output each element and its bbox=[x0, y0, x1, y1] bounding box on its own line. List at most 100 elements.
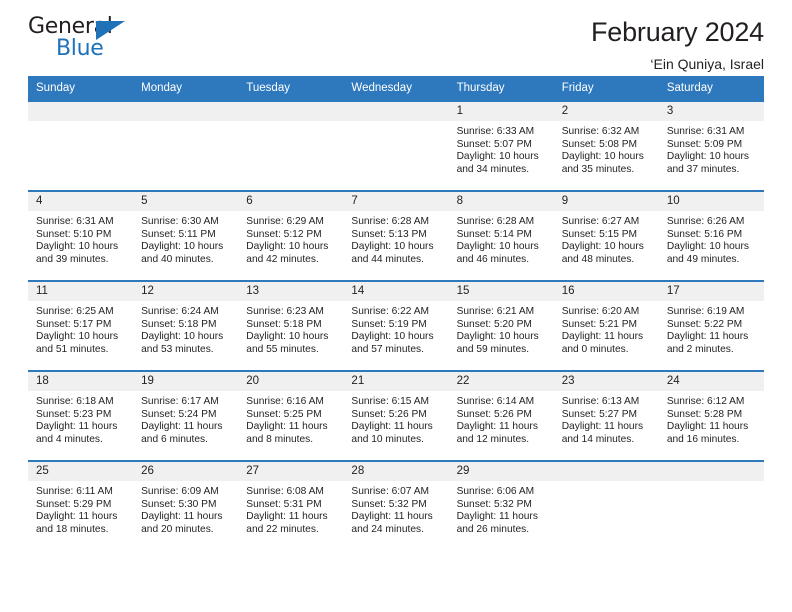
daylight-text: Daylight: 11 hours and 10 minutes. bbox=[351, 421, 433, 445]
daylight-text: Daylight: 10 hours and 42 minutes. bbox=[246, 241, 329, 265]
day-sun-info: Sunrise: 6:28 AM Sunset: 5:14 PM Daylight:… bbox=[449, 211, 554, 266]
calendar-day-cell[interactable]: 24 Sunrise: 6:12 AM Sunset: 5:28 PM Dayligh… bbox=[658, 370, 764, 461]
calendar-empty-cell bbox=[28, 100, 134, 191]
day-number: 12 bbox=[133, 282, 239, 301]
calendar-day-cell[interactable]: 27 Sunrise: 6:08 AM Sunset: 5:31 PM Dayligh… bbox=[238, 460, 344, 551]
calendar-day-cell[interactable]: 7 Sunrise: 6:28 AM Sunset: 5:13 PM Daylight… bbox=[343, 190, 449, 281]
daylight-text: Daylight: 10 hours and 48 minutes. bbox=[561, 241, 644, 265]
daylight-text: Daylight: 11 hours and 0 minutes. bbox=[561, 331, 644, 355]
calendar-day-cell[interactable]: 14 Sunrise: 6:22 AM Sunset: 5:19 PM Dayligh… bbox=[343, 280, 449, 371]
day-number: 26 bbox=[133, 462, 239, 481]
day-number: 10 bbox=[658, 192, 764, 211]
day-number: 13 bbox=[238, 282, 344, 301]
daylight-text: Daylight: 10 hours and 40 minutes. bbox=[141, 241, 224, 265]
sunset-text: Sunset: 5:26 PM bbox=[456, 408, 532, 420]
day-sun-info: Sunrise: 6:18 AM Sunset: 5:23 PM Daylight:… bbox=[28, 391, 133, 446]
sunrise-text: Sunrise: 6:24 AM bbox=[141, 306, 219, 317]
sunrise-text: Sunrise: 6:12 AM bbox=[666, 396, 745, 407]
sunrise-text: Sunrise: 6:31 AM bbox=[36, 216, 114, 227]
sunrise-text: Sunrise: 6:29 AM bbox=[246, 216, 324, 227]
day-sun-info: Sunrise: 6:25 AM Sunset: 5:17 PM Daylight:… bbox=[28, 301, 133, 356]
sunset-text: Sunset: 5:23 PM bbox=[36, 408, 112, 420]
weekday-header-friday: Friday bbox=[553, 76, 659, 101]
daylight-text: Daylight: 11 hours and 26 minutes. bbox=[456, 511, 538, 535]
day-sun-info: Sunrise: 6:06 AM Sunset: 5:32 PM Daylight:… bbox=[449, 481, 554, 536]
calendar-day-cell[interactable]: 28 Sunrise: 6:07 AM Sunset: 5:32 PM Dayligh… bbox=[343, 460, 449, 551]
day-sun-info: Sunrise: 6:27 AM Sunset: 5:15 PM Daylight:… bbox=[554, 211, 659, 266]
calendar-day-cell[interactable]: 20 Sunrise: 6:16 AM Sunset: 5:25 PM Dayligh… bbox=[238, 370, 344, 461]
sunrise-text: Sunrise: 6:14 AM bbox=[456, 396, 535, 407]
day-number: 14 bbox=[343, 282, 449, 301]
calendar-day-cell[interactable]: 16 Sunrise: 6:20 AM Sunset: 5:21 PM Dayligh… bbox=[553, 280, 659, 371]
calendar-day-cell[interactable]: 11 Sunrise: 6:25 AM Sunset: 5:17 PM Dayligh… bbox=[28, 280, 134, 371]
calendar-day-cell[interactable]: 18 Sunrise: 6:18 AM Sunset: 5:23 PM Dayligh… bbox=[28, 370, 134, 461]
sunset-text: Sunset: 5:10 PM bbox=[36, 228, 112, 240]
day-sun-info: Sunrise: 6:20 AM Sunset: 5:21 PM Daylight:… bbox=[554, 301, 659, 356]
day-sun-info: Sunrise: 6:33 AM Sunset: 5:07 PM Daylight:… bbox=[449, 121, 554, 176]
sunrise-text: Sunrise: 6:30 AM bbox=[141, 216, 219, 227]
weekday-header-thursday: Thursday bbox=[448, 76, 554, 101]
brand-logo[interactable]: General Blue bbox=[28, 16, 138, 68]
sunset-text: Sunset: 5:26 PM bbox=[351, 408, 427, 420]
day-number: 3 bbox=[658, 102, 764, 121]
calendar-day-cell[interactable]: 1 Sunrise: 6:33 AM Sunset: 5:07 PM Daylight… bbox=[448, 100, 554, 191]
day-sun-info: Sunrise: 6:19 AM Sunset: 5:22 PM Daylight:… bbox=[659, 301, 764, 356]
sunset-text: Sunset: 5:32 PM bbox=[351, 498, 427, 510]
day-number: 25 bbox=[28, 462, 134, 481]
day-number: 23 bbox=[553, 372, 659, 391]
daylight-text: Daylight: 10 hours and 59 minutes. bbox=[456, 331, 539, 355]
day-sun-info: Sunrise: 6:21 AM Sunset: 5:20 PM Daylight:… bbox=[449, 301, 554, 356]
day-number: 17 bbox=[658, 282, 764, 301]
calendar-header-row: Sunday Monday Tuesday Wednesday Thursday Frid… bbox=[28, 76, 764, 101]
sunrise-text: Sunrise: 6:22 AM bbox=[351, 306, 430, 317]
calendar-day-cell[interactable]: 8 Sunrise: 6:28 AM Sunset: 5:14 PM Daylight… bbox=[448, 190, 554, 281]
sunset-text: Sunset: 5:14 PM bbox=[456, 228, 532, 240]
sunset-text: Sunset: 5:24 PM bbox=[141, 408, 217, 420]
day-sun-info: Sunrise: 6:08 AM Sunset: 5:31 PM Daylight:… bbox=[238, 481, 343, 536]
day-number: 16 bbox=[553, 282, 659, 301]
daylight-text: Daylight: 10 hours and 46 minutes. bbox=[456, 241, 539, 265]
sunrise-text: Sunrise: 6:26 AM bbox=[666, 216, 745, 227]
calendar-day-cell[interactable]: 22 Sunrise: 6:14 AM Sunset: 5:26 PM Dayligh… bbox=[448, 370, 554, 461]
calendar-day-cell[interactable]: 23 Sunrise: 6:13 AM Sunset: 5:27 PM Dayligh… bbox=[553, 370, 659, 461]
day-number bbox=[343, 102, 449, 121]
day-number bbox=[133, 102, 239, 121]
calendar-day-cell[interactable]: 17 Sunrise: 6:19 AM Sunset: 5:22 PM Dayligh… bbox=[658, 280, 764, 371]
sunset-text: Sunset: 5:15 PM bbox=[561, 228, 638, 240]
sunset-text: Sunset: 5:27 PM bbox=[561, 408, 638, 420]
calendar-day-cell[interactable]: 26 Sunrise: 6:09 AM Sunset: 5:30 PM Dayligh… bbox=[133, 460, 239, 551]
calendar-week-row: 18 Sunrise: 6:18 AM Sunset: 5:23 PM Dayligh… bbox=[28, 370, 764, 461]
calendar-day-cell[interactable]: 13 Sunrise: 6:23 AM Sunset: 5:18 PM Dayligh… bbox=[238, 280, 344, 371]
daylight-text: Daylight: 10 hours and 49 minutes. bbox=[666, 241, 749, 265]
sunrise-text: Sunrise: 6:32 AM bbox=[561, 126, 640, 137]
day-number: 2 bbox=[553, 102, 659, 121]
calendar-day-cell[interactable]: 6 Sunrise: 6:29 AM Sunset: 5:12 PM Daylight… bbox=[238, 190, 344, 281]
sunset-text: Sunset: 5:17 PM bbox=[36, 318, 112, 330]
sunrise-text: Sunrise: 6:31 AM bbox=[666, 126, 745, 137]
calendar-day-cell[interactable]: 4 Sunrise: 6:31 AM Sunset: 5:10 PM Daylight… bbox=[28, 190, 134, 281]
calendar-day-cell[interactable]: 3 Sunrise: 6:31 AM Sunset: 5:09 PM Daylight… bbox=[658, 100, 764, 191]
calendar-day-cell[interactable]: 21 Sunrise: 6:15 AM Sunset: 5:26 PM Dayligh… bbox=[343, 370, 449, 461]
sunrise-text: Sunrise: 6:07 AM bbox=[351, 486, 430, 497]
day-sun-info: Sunrise: 6:17 AM Sunset: 5:24 PM Daylight:… bbox=[133, 391, 238, 446]
calendar-day-cell[interactable]: 2 Sunrise: 6:32 AM Sunset: 5:08 PM Daylight… bbox=[553, 100, 659, 191]
day-number: 19 bbox=[133, 372, 239, 391]
calendar-day-cell[interactable]: 5 Sunrise: 6:30 AM Sunset: 5:11 PM Daylight… bbox=[133, 190, 239, 281]
calendar-day-cell[interactable]: 9 Sunrise: 6:27 AM Sunset: 5:15 PM Daylight… bbox=[553, 190, 659, 281]
calendar-body: 1 Sunrise: 6:33 AM Sunset: 5:07 PM Daylight… bbox=[28, 100, 764, 551]
daylight-text: Daylight: 10 hours and 53 minutes. bbox=[141, 331, 224, 355]
day-number: 9 bbox=[553, 192, 659, 211]
calendar-day-cell[interactable]: 29 Sunrise: 6:06 AM Sunset: 5:32 PM Dayligh… bbox=[448, 460, 554, 551]
calendar-day-cell[interactable]: 19 Sunrise: 6:17 AM Sunset: 5:24 PM Dayligh… bbox=[133, 370, 239, 461]
calendar-day-cell[interactable]: 15 Sunrise: 6:21 AM Sunset: 5:20 PM Dayligh… bbox=[448, 280, 554, 371]
calendar-day-cell[interactable]: 25 Sunrise: 6:11 AM Sunset: 5:29 PM Dayligh… bbox=[28, 460, 134, 551]
daylight-text: Daylight: 10 hours and 44 minutes. bbox=[351, 241, 434, 265]
calendar-day-cell[interactable]: 10 Sunrise: 6:26 AM Sunset: 5:16 PM Dayligh… bbox=[658, 190, 764, 281]
calendar-table: Sunday Monday Tuesday Wednesday Thursday Frid… bbox=[28, 76, 764, 551]
day-number: 22 bbox=[448, 372, 554, 391]
sunset-text: Sunset: 5:09 PM bbox=[666, 138, 743, 150]
day-number: 7 bbox=[343, 192, 449, 211]
calendar-day-cell[interactable]: 12 Sunrise: 6:24 AM Sunset: 5:18 PM Dayligh… bbox=[133, 280, 239, 371]
day-sun-info: Sunrise: 6:32 AM Sunset: 5:08 PM Daylight:… bbox=[554, 121, 659, 176]
daylight-text: Daylight: 11 hours and 22 minutes. bbox=[246, 511, 328, 535]
